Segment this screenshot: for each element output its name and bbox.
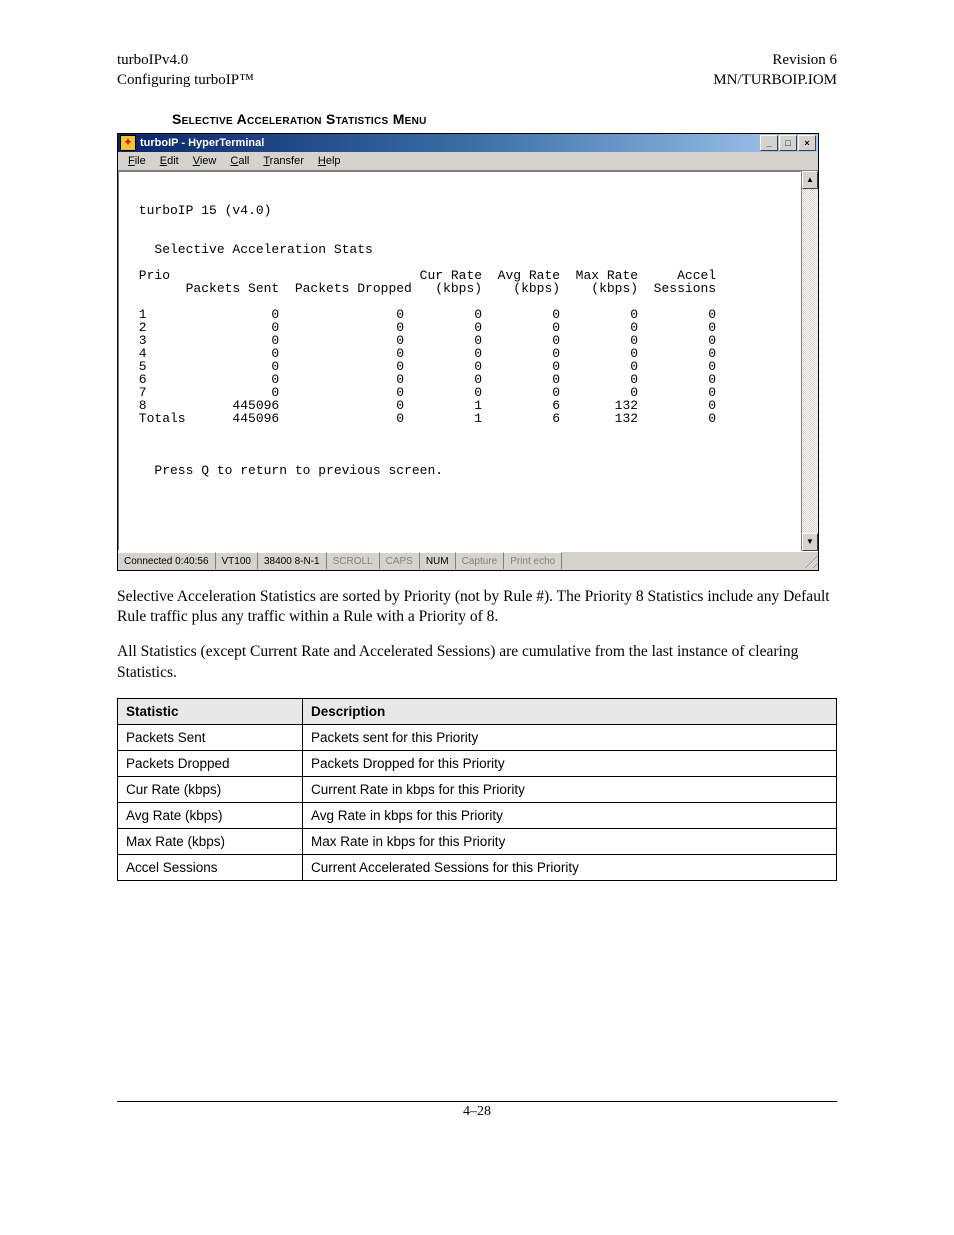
- vertical-scrollbar[interactable]: ▲ ▼: [801, 171, 818, 551]
- def-stat-desc: Avg Rate in kbps for this Priority: [303, 803, 837, 829]
- status-scroll: SCROLL: [327, 552, 380, 569]
- minimize-button[interactable]: _: [760, 135, 778, 151]
- def-stat-desc: Current Rate in kbps for this Priority: [303, 777, 837, 803]
- status-capture: Capture: [456, 552, 505, 569]
- hdr-right-2: MN/TURBOIP.IOM: [713, 72, 837, 88]
- hyperterminal-window: ✦ turboIP - HyperTerminal _ □ × File Edi…: [117, 133, 819, 571]
- def-stat-name: Packets Dropped: [118, 751, 303, 777]
- status-port: 38400 8-N-1: [258, 552, 327, 569]
- scroll-down-button[interactable]: ▼: [802, 533, 818, 551]
- statusbar: Connected 0:40:56 VT100 38400 8-N-1 SCRO…: [118, 551, 818, 570]
- table-row: Avg Rate (kbps)Avg Rate in kbps for this…: [118, 803, 837, 829]
- def-stat-name: Max Rate (kbps): [118, 829, 303, 855]
- hdr-right-1: Revision 6: [772, 52, 837, 68]
- app-icon: ✦: [120, 135, 136, 151]
- table-row: Cur Rate (kbps)Current Rate in kbps for …: [118, 777, 837, 803]
- body-para-1: Selective Acceleration Statistics are so…: [117, 587, 837, 629]
- def-stat-name: Packets Sent: [118, 725, 303, 751]
- def-stat-name: Avg Rate (kbps): [118, 803, 303, 829]
- body-para-2: All Statistics (except Current Rate and …: [117, 642, 837, 684]
- table-row: Packets DroppedPackets Dropped for this …: [118, 751, 837, 777]
- menubar: File Edit View Call Transfer Help: [118, 152, 818, 171]
- page-number: 4–28: [463, 1104, 491, 1119]
- status-caps: CAPS: [380, 552, 420, 569]
- menu-file[interactable]: File: [122, 154, 152, 168]
- hdr-left-2: Configuring turboIP™: [117, 72, 254, 88]
- section-title: Selective Acceleration Statistics Menu: [172, 111, 837, 127]
- page-header: turboIPv4.0 Configuring turboIP™ Revisio…: [117, 50, 837, 91]
- scroll-up-button[interactable]: ▲: [802, 171, 818, 189]
- menu-call[interactable]: Call: [224, 154, 255, 168]
- status-emulation: VT100: [216, 552, 258, 569]
- status-num: NUM: [420, 552, 456, 569]
- def-stat-desc: Packets Dropped for this Priority: [303, 751, 837, 777]
- resize-grip-icon[interactable]: [804, 554, 818, 568]
- table-row: Accel SessionsCurrent Accelerated Sessio…: [118, 855, 837, 881]
- maximize-button[interactable]: □: [779, 135, 797, 151]
- window-title: turboIP - HyperTerminal: [140, 137, 760, 149]
- def-stat-desc: Current Accelerated Sessions for this Pr…: [303, 855, 837, 881]
- hdr-left-1: turboIPv4.0: [117, 52, 188, 68]
- page-footer: 4–28: [117, 1101, 837, 1120]
- close-button[interactable]: ×: [798, 135, 816, 151]
- titlebar[interactable]: ✦ turboIP - HyperTerminal _ □ ×: [118, 134, 818, 152]
- table-row: Packets SentPackets sent for this Priori…: [118, 725, 837, 751]
- def-stat-desc: Max Rate in kbps for this Priority: [303, 829, 837, 855]
- def-th-statistic: Statistic: [118, 699, 303, 725]
- status-printecho: Print echo: [504, 552, 562, 569]
- terminal-output: turboIP 15 (v4.0) Selective Acceleration…: [119, 185, 800, 537]
- def-th-description: Description: [303, 699, 837, 725]
- menu-help[interactable]: Help: [312, 154, 347, 168]
- def-stat-name: Cur Rate (kbps): [118, 777, 303, 803]
- status-connected: Connected 0:40:56: [118, 552, 216, 569]
- menu-transfer[interactable]: Transfer: [257, 154, 310, 168]
- table-row: Max Rate (kbps)Max Rate in kbps for this…: [118, 829, 837, 855]
- menu-edit[interactable]: Edit: [154, 154, 185, 168]
- menu-view[interactable]: View: [187, 154, 223, 168]
- def-stat-name: Accel Sessions: [118, 855, 303, 881]
- statistics-definitions-table: Statistic Description Packets SentPacket…: [117, 698, 837, 881]
- def-stat-desc: Packets sent for this Priority: [303, 725, 837, 751]
